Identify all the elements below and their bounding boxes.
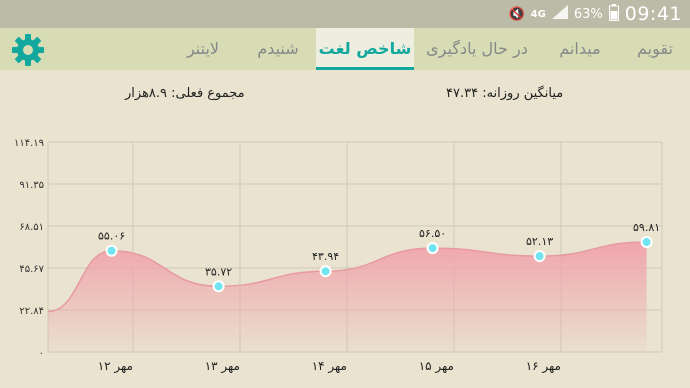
data-label: ۴۳.۹۴ — [312, 250, 339, 263]
tab-calendar[interactable]: تقویم — [620, 28, 690, 70]
x-tick-label: ۱۶ مهر — [526, 359, 561, 374]
tab-label: شاخص لغت — [318, 39, 412, 58]
x-tick-label: ۱۲ مهر — [98, 359, 133, 374]
y-tick-label: ۹۱.۳۵ — [19, 180, 44, 191]
data-point[interactable] — [640, 236, 653, 249]
data-point[interactable] — [426, 242, 439, 255]
battery-percent: 63% — [573, 6, 603, 22]
data-point[interactable] — [319, 265, 332, 278]
tab-leitner[interactable]: لایتنر — [166, 28, 240, 70]
settings-gear-icon[interactable] — [10, 32, 46, 68]
data-label: ۵۹.۸۱ — [633, 221, 660, 234]
tab-learning[interactable]: در حال یادگیری — [414, 28, 540, 70]
tab-heard[interactable]: شنیدم — [240, 28, 316, 70]
mute-icon: 🔇 — [508, 6, 525, 22]
current-total-stat: مجموع فعلی: ۸.۹هزار — [125, 86, 245, 101]
tab-label: لایتنر — [186, 39, 220, 58]
daily-average-stat: میانگین روزانه: ۴۷.۳۴ — [446, 86, 564, 101]
tab-label: میدانم — [559, 39, 601, 58]
x-tick-label: ۱۵ مهر — [419, 359, 454, 374]
data-point[interactable] — [212, 280, 225, 293]
status-icons: 🔇 4G 63% 09:41 — [508, 0, 682, 28]
y-tick-label: ۲۲.۸۴ — [19, 306, 44, 317]
y-tick-label: ۰ — [39, 348, 44, 359]
data-label: ۳۵.۷۲ — [205, 265, 232, 278]
y-tick-label: ۴۵.۶۷ — [19, 264, 44, 275]
data-point[interactable] — [105, 244, 118, 257]
data-label: ۵۵.۰۶ — [98, 230, 125, 243]
tab-label: شنیدم — [257, 39, 299, 58]
status-bar: 🔇 4G 63% 09:41 — [0, 0, 690, 28]
active-tab-indicator — [316, 67, 414, 70]
x-tick-label: ۱۳ مهر — [205, 359, 240, 374]
data-label: ۵۲.۱۳ — [526, 235, 553, 248]
clock: 09:41 — [624, 3, 682, 25]
tab-word-index[interactable]: شاخص لغت — [316, 28, 414, 70]
y-tick-label: ۶۸.۵۱ — [19, 222, 44, 233]
y-tick-label: ۱۱۴.۱۹ — [14, 138, 44, 149]
signal-icon — [551, 5, 568, 23]
network-type: 4G — [530, 8, 546, 20]
x-tick-label: ۱۴ مهر — [312, 359, 347, 374]
tab-label: تقویم — [637, 39, 673, 58]
data-point[interactable] — [533, 250, 546, 263]
word-index-chart: ۰ ۲۲.۸۴ ۴۵.۶۷ ۶۸.۵۱ ۹۱.۳۵ ۱۱۴.۱۹ ۱۲ مهر ۱۳ مهر ۱… — [14, 138, 663, 374]
battery-icon — [608, 3, 619, 25]
tab-label: در حال یادگیری — [426, 39, 528, 58]
data-label: ۵۶.۵۰ — [419, 227, 446, 240]
app-bar: تقویم میدانم در حال یادگیری شاخص لغت شنی… — [0, 28, 690, 70]
tab-known[interactable]: میدانم — [540, 28, 620, 70]
